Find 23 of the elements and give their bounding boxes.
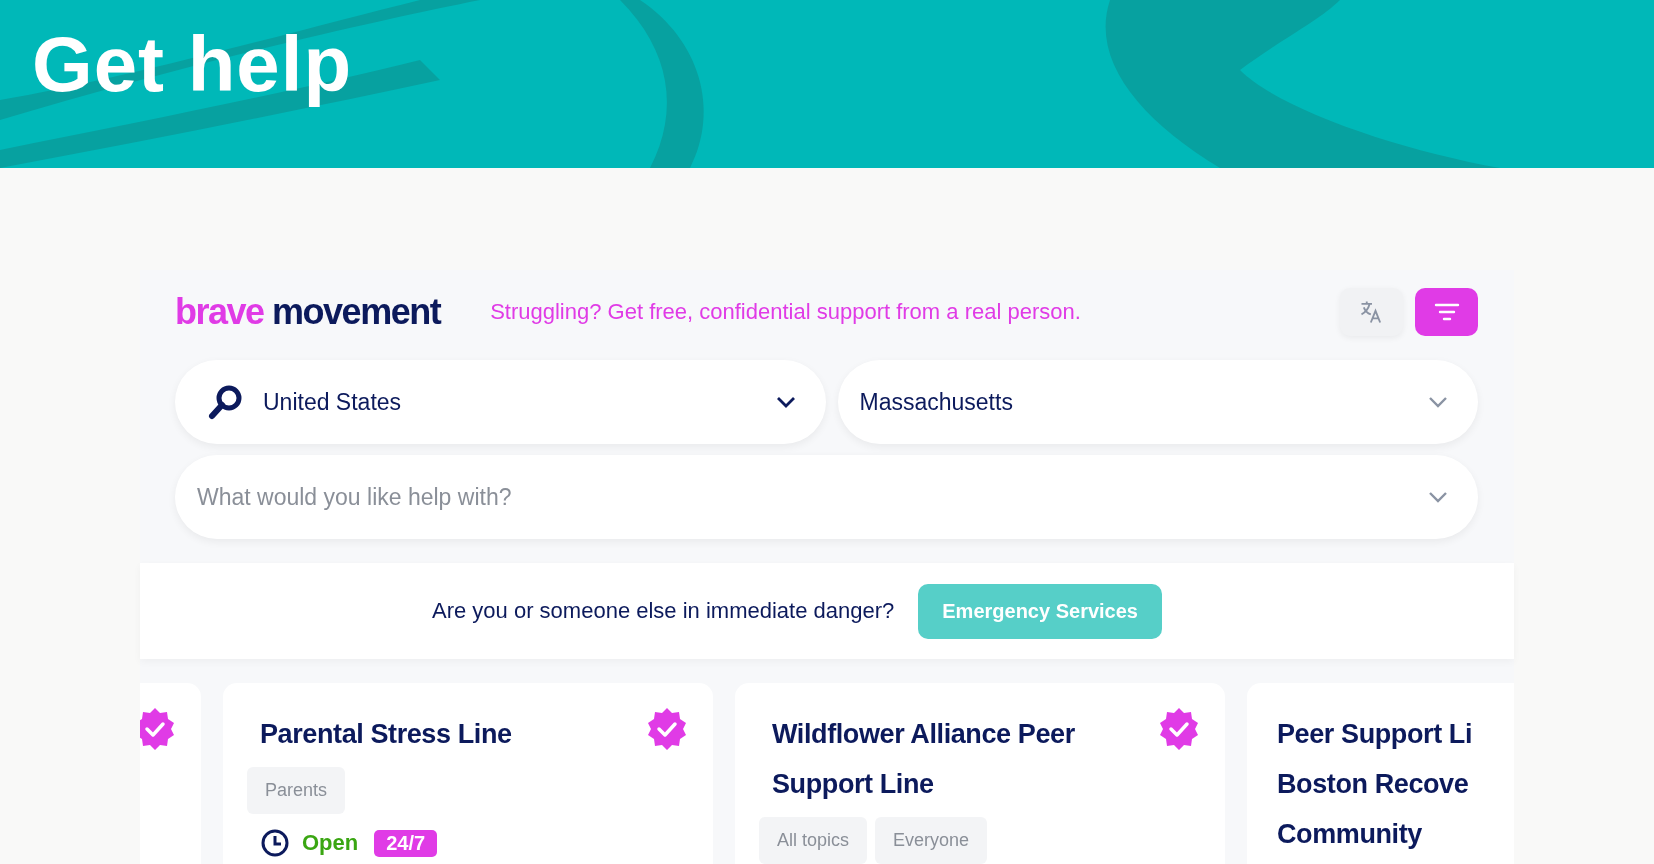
danger-question: Are you or someone else in immediate danger? bbox=[432, 598, 895, 624]
clock-icon bbox=[260, 828, 290, 858]
chevron-down-icon bbox=[1428, 491, 1448, 503]
topic-tag: Parents bbox=[247, 767, 346, 814]
country-select[interactable]: United States bbox=[175, 360, 826, 444]
hours-badge: 24/7 bbox=[374, 829, 438, 857]
filter-button[interactable] bbox=[1415, 288, 1478, 336]
logo: brave movement bbox=[175, 291, 441, 333]
service-title: Wildflower Alliance Peer Support Line bbox=[772, 718, 1076, 801]
chevron-down-icon bbox=[775, 396, 796, 408]
region-select[interactable]: Massachusetts bbox=[837, 360, 1478, 444]
chevron-down-icon bbox=[1428, 396, 1448, 408]
open-status: Open bbox=[302, 830, 359, 856]
service-card[interactable]: Peer Support Li Boston Recove Community bbox=[1247, 683, 1514, 864]
tagline: Struggling? Get free, confidential support from a real person. bbox=[490, 299, 1081, 325]
service-title: Parental Stress Line bbox=[260, 718, 513, 751]
topic-tag: All topics bbox=[759, 817, 868, 864]
page-title: Get help bbox=[32, 22, 353, 108]
filter-icon bbox=[1433, 302, 1460, 322]
service-title: Peer Support Li Boston Recove Community bbox=[1277, 718, 1474, 851]
service-card[interactable]: Parental Stress Line Parents Open 24/7 bbox=[223, 683, 713, 864]
topic-tag: Everyone bbox=[875, 817, 988, 864]
service-card[interactable]: Wildflower Alliance Peer Support Line All topics Everyone bbox=[735, 683, 1225, 864]
